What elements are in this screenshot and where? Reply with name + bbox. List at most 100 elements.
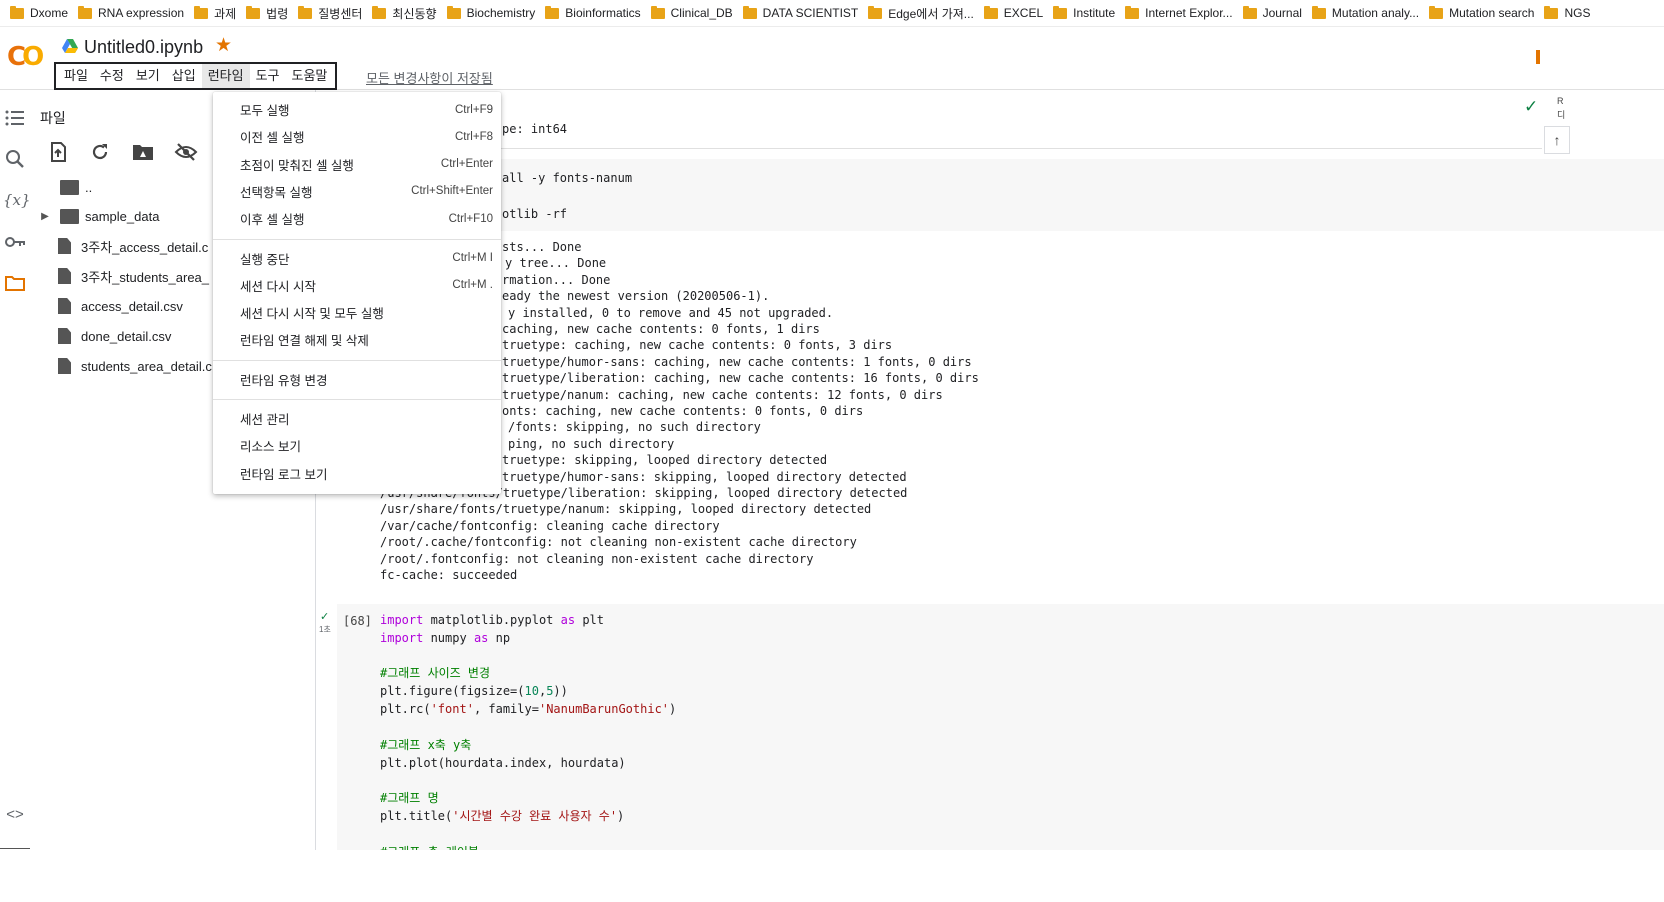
runtime-menu-item[interactable]: 런타임 로그 보기 <box>213 460 501 487</box>
output-line: /root/.cache/fontconfig: not cleaning no… <box>380 535 857 550</box>
file-name: 3주차_students_area_ <box>81 269 210 285</box>
bookmark-folder[interactable]: Biochemistry <box>446 3 536 23</box>
cell2-code[interactable]: all -y fonts-nanum otlib -rf <box>502 169 632 223</box>
file-row[interactable]: 3주차_access_detail.c <box>38 235 208 257</box>
menu-item-label: 런타임 로그 보기 <box>240 467 328 482</box>
saved-status[interactable]: 모든 변경사항이 저장됨 <box>366 68 493 87</box>
bookmark-folder[interactable]: Institute <box>1053 3 1115 23</box>
bookmark-folder[interactable]: 과제 <box>194 3 236 23</box>
runtime-dropdown-menu: 모두 실행 Ctrl+F9 이전 셀 실행 Ctrl+F8 초점이 맞춰진 셀 실행 Ct… <box>213 92 501 494</box>
upload-file-icon[interactable] <box>46 140 70 164</box>
file-row[interactable]: done_detail.csv <box>38 325 171 347</box>
runtime-menu-item[interactable]: 이전 셀 실행 Ctrl+F8 <box>213 123 501 150</box>
files-panel-title: 파일 <box>40 110 66 126</box>
notebook-title[interactable]: Untitled0.ipynb <box>84 37 203 58</box>
bookmark-label: EXCEL <box>1003 6 1044 20</box>
output-line: ping, no such directory <box>508 436 675 451</box>
output-line: truetype/humor-sans: caching, new cache … <box>502 354 972 369</box>
table-of-contents-icon[interactable] <box>3 106 27 130</box>
runtime-menu-item[interactable]: 실행 중단 Ctrl+M I <box>213 245 501 272</box>
connected-check-icon[interactable]: ✓ <box>1524 97 1538 117</box>
runtime-menu-item[interactable]: 세션 다시 시작 및 모두 실행 <box>213 299 501 326</box>
bookmark-folder[interactable]: Bioinformatics <box>545 3 641 23</box>
move-cell-up-button[interactable]: ↑ <box>1544 126 1570 154</box>
output-line: /var/cache/fontconfig: cleaning cache di… <box>380 518 720 533</box>
bookmark-folder[interactable]: 최신동향 <box>372 3 437 23</box>
bookmark-folder[interactable]: Edge에서 가져... <box>868 3 974 23</box>
bookmark-folder[interactable]: Mutation analy... <box>1311 3 1419 23</box>
refresh-icon[interactable] <box>88 140 112 164</box>
file-name: .. <box>85 179 93 195</box>
bookmark-folder[interactable]: DATA SCIENTIST <box>742 3 859 23</box>
file-row[interactable]: students_area_detail.c <box>38 355 212 377</box>
runtime-menu-item[interactable]: 리소스 보기 <box>213 432 501 459</box>
code-line-title: plt.title('시간별 수강 완료 사용자 수') <box>380 809 625 823</box>
output-line: truetype: caching, new cache contents: 0… <box>502 338 893 353</box>
bookmark-folder[interactable]: RNA expression <box>78 3 184 23</box>
variables-icon[interactable]: {x} <box>3 188 31 212</box>
bookmark-label: Institute <box>1073 6 1116 20</box>
runtime-menu-item[interactable]: 초점이 맞춰진 셀 실행 Ctrl+Enter <box>213 151 501 178</box>
colab-logo[interactable]: CO <box>7 42 44 72</box>
menu-separator <box>213 399 501 400</box>
bookmark-folder[interactable]: 질병센터 <box>298 3 362 23</box>
files-folder-icon[interactable] <box>3 271 27 295</box>
menu-item[interactable]: 파일 <box>58 64 94 88</box>
bookmark-folder[interactable]: Dxome <box>10 3 68 23</box>
runtime-menu-item[interactable]: 런타임 유형 변경 <box>213 366 501 393</box>
key-icon[interactable] <box>3 230 27 254</box>
menu-separator <box>213 238 501 240</box>
bookmark-folder[interactable]: NGS <box>1544 3 1591 23</box>
expand-chevron-icon[interactable]: ▶ <box>38 211 52 222</box>
code-comment-axes: #그래프 x축 y축 <box>380 738 472 752</box>
folder-icon <box>1544 5 1559 19</box>
output-line: truetype/nanum: caching, new cache conte… <box>502 387 943 402</box>
folder-row[interactable]: ▶ sample_data <box>38 205 159 227</box>
bookmark-folder[interactable]: EXCEL <box>983 3 1044 23</box>
file-row[interactable]: access_detail.csv <box>38 295 183 317</box>
bookmark-folder[interactable]: 법령 <box>246 3 288 23</box>
bookmark-folder[interactable]: Internet Explor... <box>1125 3 1233 23</box>
bookmark-label: Internet Explor... <box>1145 6 1233 20</box>
folder-icon <box>446 5 461 19</box>
file-row[interactable]: 3주차_students_area_ <box>38 265 209 287</box>
bookmark-folder[interactable]: Mutation search <box>1429 3 1534 23</box>
ram-disk-indicator[interactable]: R디 <box>1557 94 1565 122</box>
menu-item[interactable]: 도움말 <box>286 64 334 88</box>
bookmark-label: NGS <box>1564 6 1591 20</box>
menu-item[interactable]: 수정 <box>94 64 130 88</box>
parent-folder-row[interactable]: .. <box>38 176 92 198</box>
bookmark-label: Clinical_DB <box>670 6 733 20</box>
menu-item-shortcut: Ctrl+Enter <box>440 158 493 171</box>
runtime-menu-item[interactable]: 런타임 연결 해제 및 삭제 <box>213 326 501 353</box>
menu-item-label: 세션 관리 <box>240 413 290 427</box>
menu-item[interactable]: 도구 <box>250 64 286 88</box>
star-icon[interactable]: ★ <box>215 34 232 57</box>
menu-item[interactable]: 삽입 <box>166 64 202 88</box>
runtime-menu-item[interactable]: 이후 셀 실행 Ctrl+F10 <box>213 205 501 232</box>
hide-files-icon[interactable] <box>174 140 198 164</box>
bookmark-label: Journal <box>1262 6 1302 20</box>
runtime-menu-item[interactable]: 모두 실행 Ctrl+F9 <box>213 96 501 123</box>
bookmark-folder[interactable]: Journal <box>1242 3 1302 23</box>
code-line-import-numpy: import numpy as np <box>380 631 511 645</box>
search-icon[interactable] <box>3 147 27 171</box>
code-line-plot: plt.plot(hourdata.index, hourdata) <box>380 756 626 770</box>
menu-item[interactable]: 런타임 <box>201 64 250 88</box>
runtime-menu-item[interactable]: 세션 관리 <box>213 405 501 432</box>
output-line: /root/.fontconfig: not cleaning non-exis… <box>380 551 814 566</box>
google-drive-icon <box>62 39 78 53</box>
runtime-menu-item[interactable]: 선택항목 실행 Ctrl+Shift+Enter <box>213 178 501 205</box>
exec-count[interactable]: [68] <box>343 614 372 628</box>
mount-drive-icon[interactable] <box>131 140 155 164</box>
bookmark-folder[interactable]: Clinical_DB <box>650 3 733 23</box>
cell1-output: pe: int64 <box>502 122 568 136</box>
bookmark-label: DATA SCIENTIST <box>762 6 859 20</box>
bookmark-label: Biochemistry <box>466 6 536 20</box>
menu-item-label: 리소스 보기 <box>240 440 301 455</box>
menu-item[interactable]: 보기 <box>130 64 166 88</box>
output-line: y tree... Done <box>505 256 607 271</box>
output-line: caching, new cache contents: 0 fonts, 1 … <box>502 322 820 336</box>
runtime-menu-item[interactable]: 세션 다시 시작 Ctrl+M . <box>213 272 501 299</box>
code-snippets-icon[interactable]: <> <box>3 803 27 827</box>
